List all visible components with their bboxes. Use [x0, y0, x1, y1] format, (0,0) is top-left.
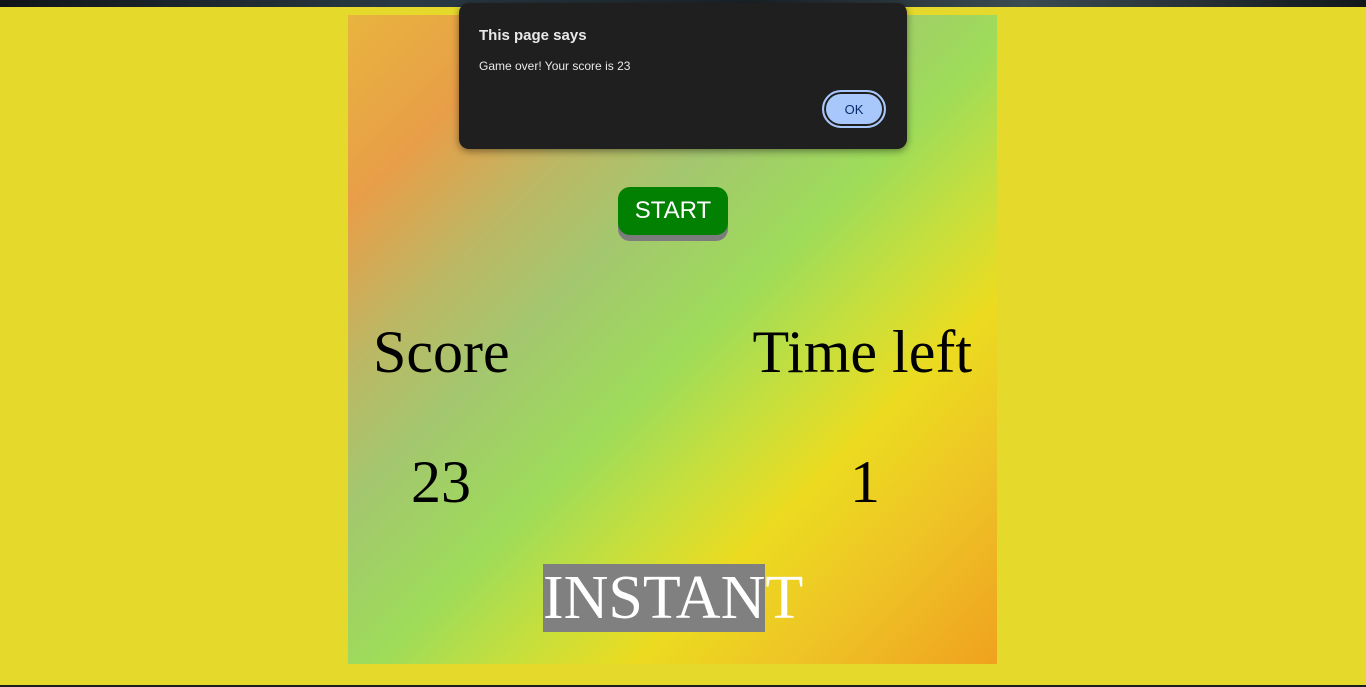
- dialog-message: Game over! Your score is 23: [479, 59, 631, 73]
- time-left-value: 1: [850, 449, 880, 515]
- score-value: 23: [411, 449, 471, 515]
- ok-button[interactable]: OK: [822, 90, 886, 128]
- alert-dialog: This page says Game over! Your score is …: [459, 3, 907, 149]
- remaining-letters: T: [765, 564, 804, 632]
- dialog-title: This page says: [479, 27, 587, 44]
- time-left-label: Time left: [752, 319, 972, 385]
- typed-letters: INSTAN: [543, 564, 766, 632]
- start-button[interactable]: START: [618, 187, 728, 235]
- score-label: Score: [373, 319, 510, 385]
- target-word: INSTANT: [543, 564, 804, 632]
